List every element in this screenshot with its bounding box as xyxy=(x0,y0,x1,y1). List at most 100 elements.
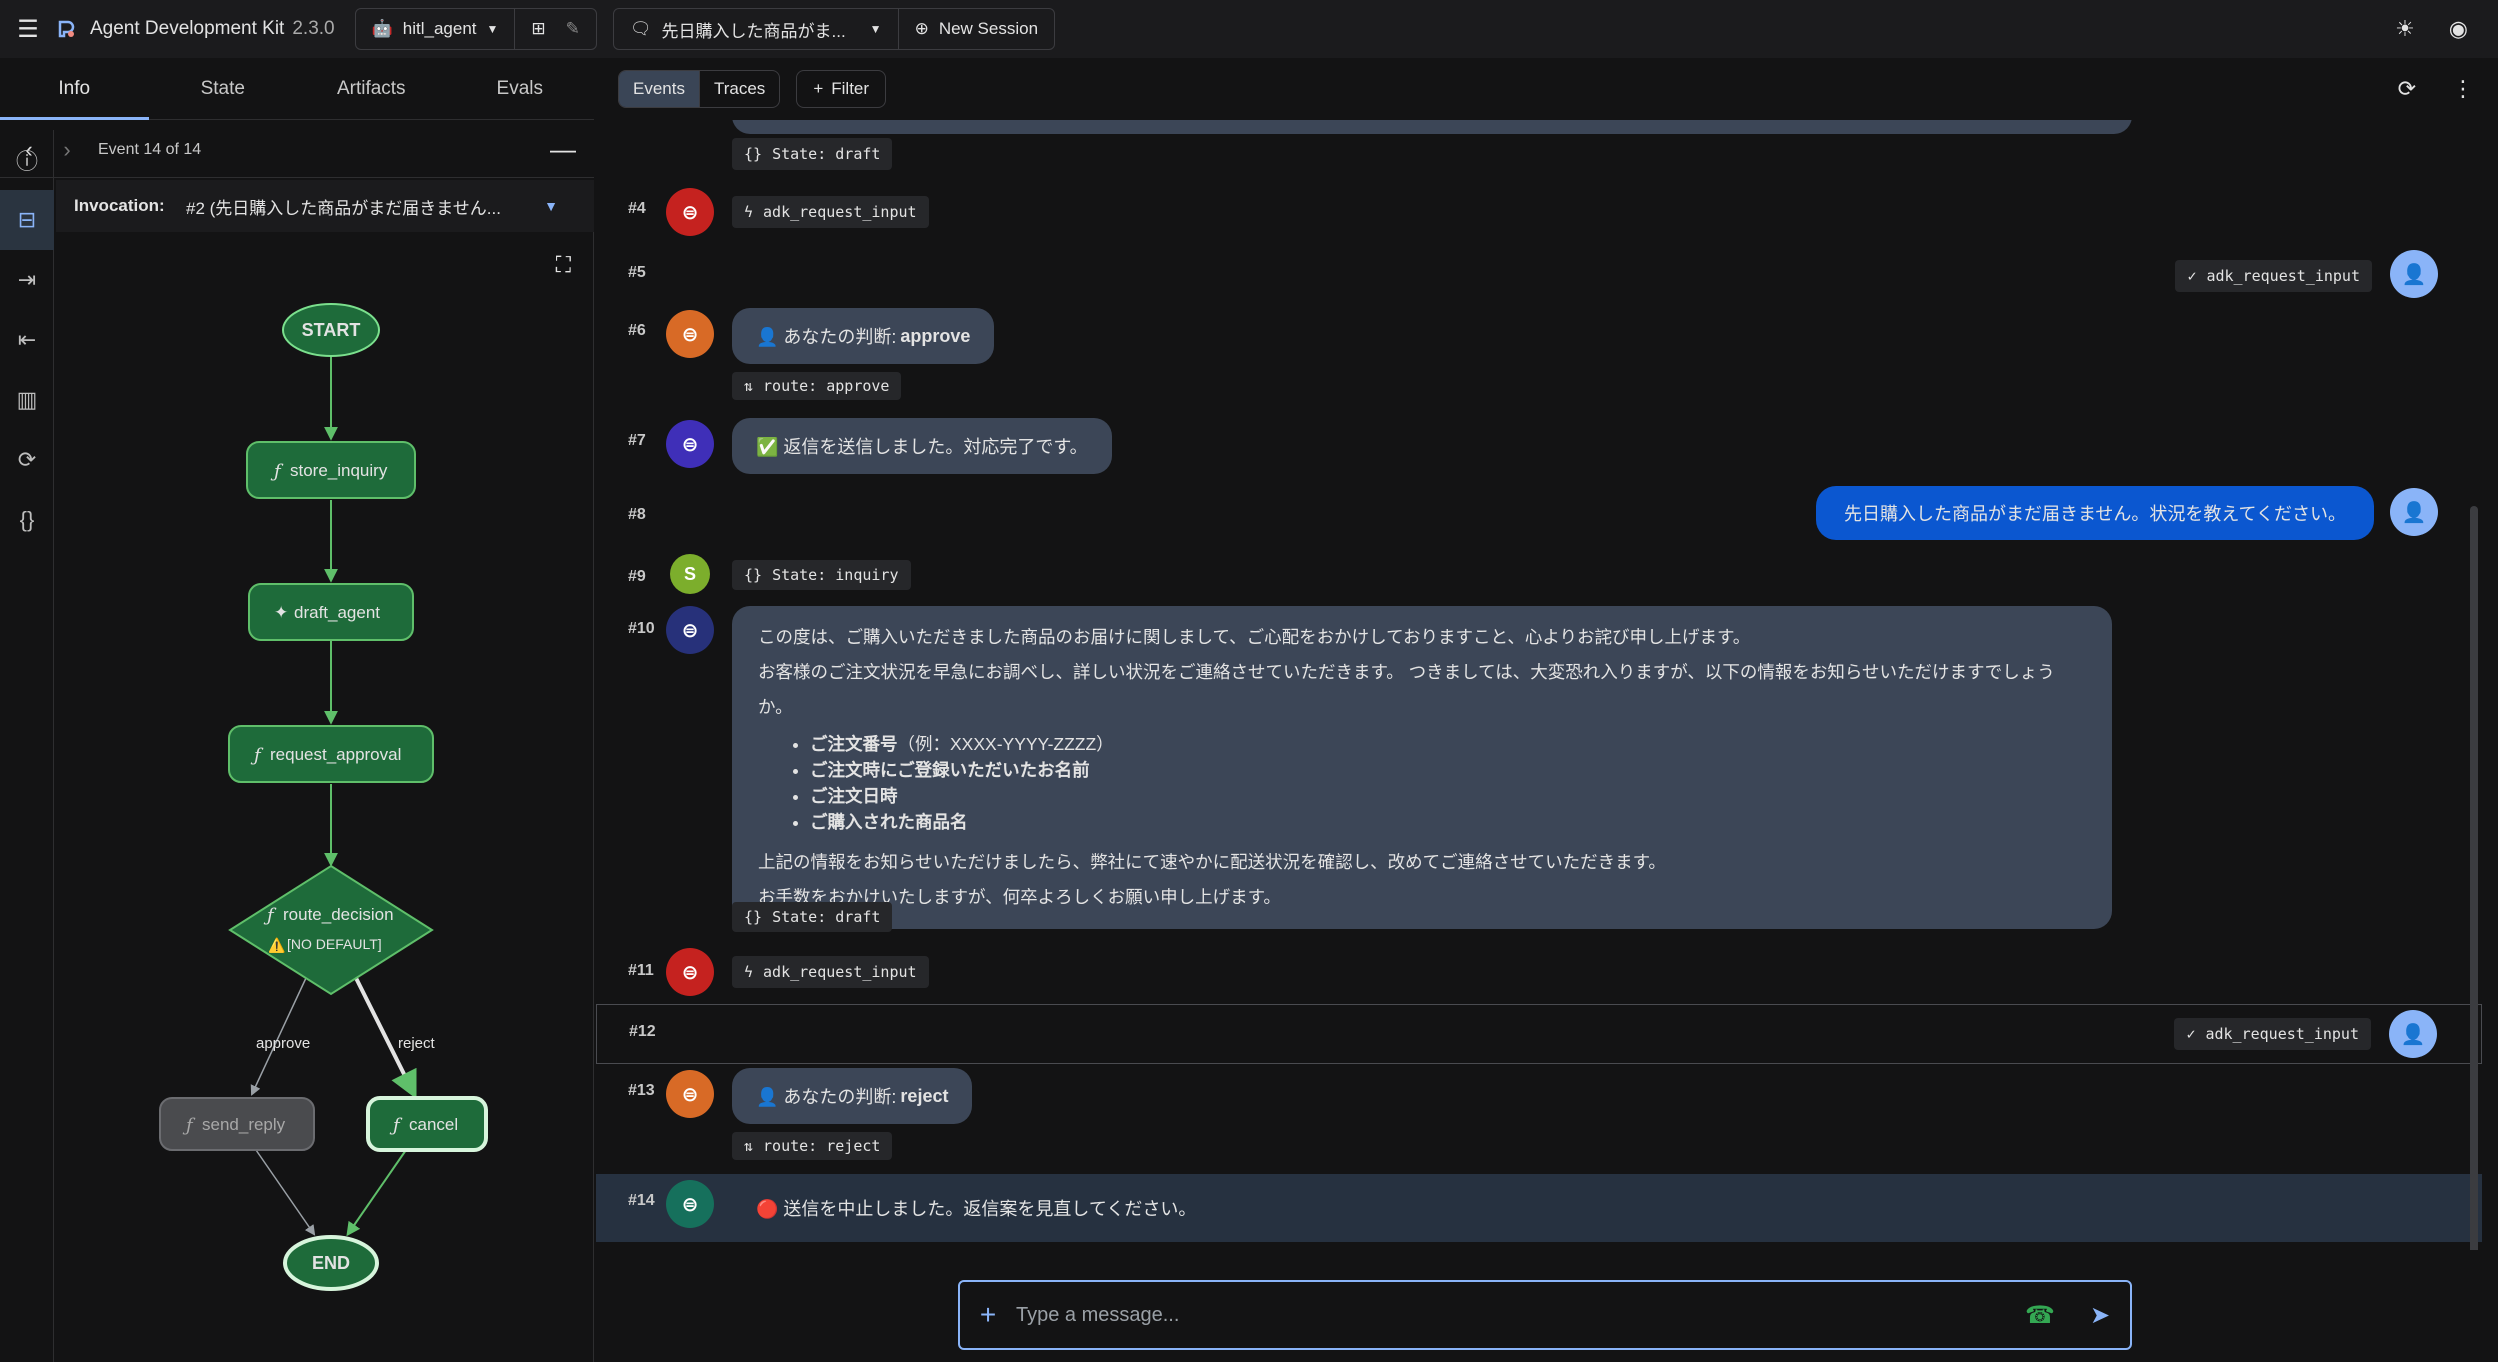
node-no-default-label: [NO DEFAULT] xyxy=(287,936,382,952)
route-chip[interactable]: ⇅ route: reject xyxy=(732,1132,893,1160)
event-row-4[interactable]: #4 ⊜ ϟ adk_request_input xyxy=(596,188,2482,244)
phone-icon[interactable]: ☎ xyxy=(2010,1301,2070,1330)
check-icon: ✓ xyxy=(2187,267,2197,285)
state-chip[interactable]: {} State: draft xyxy=(732,902,893,932)
event-index: #8 xyxy=(628,506,646,523)
caret-down-icon: ▼ xyxy=(544,198,558,214)
event-row-8[interactable]: #8 先日購入した商品がまだ届きません。状況を教えてください。 👤 xyxy=(596,486,2482,546)
function-call-chip[interactable]: ϟ adk_request_input xyxy=(732,956,929,988)
tab-info[interactable]: Info xyxy=(0,58,149,120)
user-avatar: 👤 xyxy=(2390,250,2438,298)
tab-traces[interactable]: Traces xyxy=(698,71,779,107)
event-index: #9 xyxy=(628,568,646,585)
send-icon[interactable]: ➤ xyxy=(2070,1301,2130,1330)
braces-icon[interactable]: {} xyxy=(0,490,54,550)
agent-avatar: ⊜ xyxy=(666,1180,714,1228)
node-route-decision[interactable] xyxy=(228,864,434,996)
agent-selector[interactable]: 🤖 hitl_agent ▼ xyxy=(356,9,515,49)
filter-button[interactable]: + Filter xyxy=(796,70,887,108)
top-bar: ☰ Agent Development Kit 2.3.0 🤖 hitl_age… xyxy=(0,0,2498,58)
message-prefix: 👤 あなたの判断: xyxy=(756,1087,897,1107)
message-input[interactable] xyxy=(1016,1282,2010,1348)
event-index: #12 xyxy=(629,1023,656,1040)
event-row-7[interactable]: #7 ⊜ ✅ 返信を送信しました。対応完了です。 xyxy=(596,418,2482,478)
add-attachment-icon[interactable]: + xyxy=(960,1299,1016,1331)
route-chip[interactable]: ⇅ route: approve xyxy=(732,372,902,400)
menu-icon[interactable]: ☰ xyxy=(0,15,56,44)
more-vert-icon[interactable]: ⋮ xyxy=(2452,76,2474,102)
tab-events[interactable]: Events xyxy=(619,71,699,107)
list-item-extra: （例：XXXX-YYYY-ZZZZ） xyxy=(897,734,1114,754)
event-row-6[interactable]: #6 ⊜ 👤 あなたの判断: approve ⇅ route: approve xyxy=(596,308,2482,404)
account-icon[interactable]: ◉ xyxy=(2449,16,2468,42)
route-icon: ⇅ xyxy=(744,377,754,395)
graph-icon[interactable]: ⊟ xyxy=(0,190,54,250)
message-prefix: 👤 あなたの判断: xyxy=(756,327,897,347)
collapse-icon[interactable]: — xyxy=(550,134,576,165)
user-avatar: 👤 xyxy=(2390,488,2438,536)
caret-down-icon: ▼ xyxy=(486,22,499,36)
agent-avatar: ⊜ xyxy=(666,1070,714,1118)
function-response-chip[interactable]: ✓ adk_request_input xyxy=(2174,1018,2371,1050)
list-item: ご購入された商品名 xyxy=(810,809,2086,835)
agent-graph: approve reject START ƒ store_inquiry ✦ d… xyxy=(159,303,488,1291)
feed-scrollbar[interactable] xyxy=(2470,506,2478,1250)
sync-icon[interactable]: ⟳ xyxy=(0,430,54,490)
invocation-selector[interactable]: Invocation: #2 (先日購入した商品がまだ届きません... ▼ xyxy=(56,180,594,232)
function-response-label: adk_request_input xyxy=(2205,1025,2359,1043)
message-bubble: 🔴 送信を中止しました。返信案を見直してください。 xyxy=(756,1199,1197,1219)
event-row-10[interactable]: #10 ⊜ この度は、ご購入いただきました商品のお届けに関しまして、ご心配をおか… xyxy=(596,606,2482,946)
check-icon: ✓ xyxy=(2186,1025,2196,1043)
events-header: Events Traces + Filter ⟳ ⋮ xyxy=(596,58,2498,120)
agent-avatar: ⊜ xyxy=(666,420,714,468)
warning-icon: ⚠️ xyxy=(268,937,285,954)
state-chip-label: State: draft xyxy=(772,908,881,926)
top-right-actions: ☀ ◉ xyxy=(2395,0,2468,58)
list-item: ご注文番号（例：XXXX-YYYY-ZZZZ） xyxy=(810,731,2086,757)
pencil-icon: ✎ xyxy=(565,19,580,38)
message-list: ご注文番号（例：XXXX-YYYY-ZZZZ） ご注文時にご登録いただいたお名前… xyxy=(758,731,2086,835)
function-call-chip[interactable]: ϟ adk_request_input xyxy=(732,196,929,228)
sun-icon[interactable]: ☀ xyxy=(2395,16,2415,42)
message-composer: + ☎ ➤ xyxy=(958,1280,2132,1350)
new-session-button[interactable]: ⊕ New Session xyxy=(897,9,1054,49)
chart-icon[interactable]: ▥ xyxy=(0,370,54,430)
tab-state[interactable]: State xyxy=(149,58,298,119)
message-decision: approve xyxy=(900,325,971,346)
info-icon[interactable]: ⓘ xyxy=(0,130,54,190)
request-icon[interactable]: ⇥ xyxy=(0,250,54,310)
node-send-reply-label: send_reply xyxy=(202,1115,286,1134)
event-index: #7 xyxy=(628,432,646,449)
adk-logo-icon xyxy=(58,20,75,38)
state-chip[interactable]: {} State: draft xyxy=(732,138,893,170)
function-response-chip[interactable]: ✓ adk_request_input xyxy=(2175,260,2372,292)
refresh-icon[interactable]: ⟳ xyxy=(2398,76,2416,102)
agent-graph-button[interactable]: ⊞ xyxy=(514,9,561,49)
event-navigator: ‹ › Event 14 of 14 — xyxy=(0,122,594,178)
sparkle-icon: ✦ xyxy=(274,603,288,623)
session-group: 🗨 先日購入した商品がま... ▼ ⊕ New Session xyxy=(612,8,1056,50)
edit-agent-button[interactable]: ✎ xyxy=(562,9,596,49)
event-row-13[interactable]: #13 ⊜ 👤 あなたの判断: reject ⇅ route: reject xyxy=(596,1068,2482,1188)
bolt-icon: ϟ xyxy=(744,203,754,221)
event-feed: {} State: draft #4 ⊜ ϟ adk_request_input… xyxy=(596,120,2482,1250)
tab-artifacts[interactable]: Artifacts xyxy=(297,58,446,119)
event-index: #11 xyxy=(628,962,654,979)
session-selector[interactable]: 🗨 先日購入した商品がま... ▼ xyxy=(614,9,898,49)
event-row-5[interactable]: #5 ✓ adk_request_input 👤 xyxy=(596,246,2482,302)
event-row-12[interactable]: #12 ✓ adk_request_input 👤 xyxy=(596,1004,2482,1064)
event-row-11[interactable]: #11 ⊜ ϟ adk_request_input xyxy=(596,948,2482,1004)
tab-evals[interactable]: Evals xyxy=(446,58,595,119)
braces-icon: {} xyxy=(744,908,763,926)
message-paragraph: 上記の情報をお知らせいただけましたら、弊社にて速やかに配送状況を確認し、改めてご… xyxy=(758,852,1666,872)
event-row-14[interactable]: #14 ⊜ 🔴 送信を中止しました。返信案を見直してください。 xyxy=(596,1174,2482,1242)
list-item: ご注文時にご登録いただいたお名前 xyxy=(810,757,2086,783)
message-decision: reject xyxy=(900,1085,949,1106)
function-call-label: adk_request_input xyxy=(763,963,917,981)
invocation-label: Invocation: xyxy=(74,196,165,215)
tree-icon: ⊞ xyxy=(531,19,546,38)
state-chip[interactable]: {} State: inquiry xyxy=(732,560,911,590)
message-bubble: ✅ 返信を送信しました。対応完了です。 xyxy=(732,418,1112,474)
response-icon[interactable]: ⇤ xyxy=(0,310,54,370)
event-row-9[interactable]: #9 S {} State: inquiry xyxy=(596,554,2482,604)
